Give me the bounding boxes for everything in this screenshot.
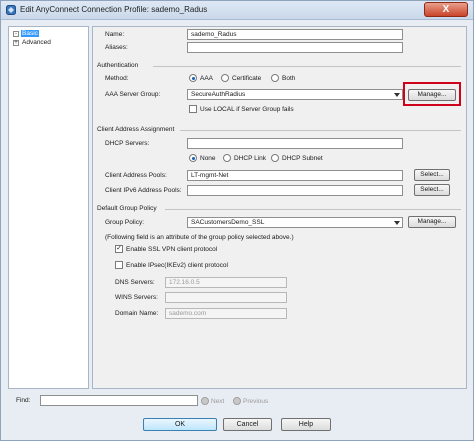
domain-name-field[interactable]: sademo.com — [165, 308, 287, 319]
dhcp-none-radio[interactable] — [189, 154, 197, 162]
collapse-icon[interactable]: - — [13, 30, 19, 37]
next-arrow-icon[interactable] — [201, 397, 209, 405]
tree-item-advanced[interactable]: + Advanced — [13, 38, 52, 47]
tree-item-basic[interactable]: - Basic — [13, 29, 39, 38]
previous-arrow-icon[interactable] — [233, 397, 241, 405]
method-both-radio[interactable] — [271, 74, 279, 82]
dhcp-subnet-label: DHCP Subnet — [282, 155, 323, 162]
navigation-tree: - Basic + Advanced — [8, 26, 89, 389]
dhcp-servers-label: DHCP Servers: — [105, 140, 150, 147]
client-address-pools-field[interactable]: LT-mgmt-Net — [187, 170, 403, 181]
use-local-checkbox[interactable] — [189, 105, 197, 113]
authentication-section-title: Authentication — [97, 62, 139, 69]
aliases-field[interactable] — [187, 42, 403, 53]
previous-label[interactable]: Previous — [243, 398, 268, 405]
find-input[interactable] — [40, 395, 198, 406]
find-bar: Find: Next Previous — [8, 394, 467, 408]
method-aaa-radio[interactable] — [189, 74, 197, 82]
aliases-label: Aliases: — [105, 44, 128, 51]
group-policy-label: Group Policy: — [105, 219, 145, 226]
aaa-server-group-label: AAA Server Group: — [105, 91, 161, 98]
method-certificate-label: Certificate — [232, 75, 262, 82]
dhcp-subnet-radio[interactable] — [271, 154, 279, 162]
client-ipv6-pools-label: Client IPv6 Address Pools: — [105, 187, 182, 194]
tree-item-label: Advanced — [22, 39, 51, 46]
section-divider — [153, 66, 461, 67]
dhcp-none-label: None — [200, 155, 216, 162]
app-icon — [6, 5, 16, 15]
help-button[interactable]: Help — [281, 418, 331, 431]
group-policy-select[interactable]: SACustomersDemo_SSL — [187, 217, 403, 228]
find-label: Find: — [16, 397, 31, 404]
cancel-button[interactable]: Cancel — [223, 418, 272, 431]
name-label: Name: — [105, 31, 125, 38]
chevron-down-icon — [394, 93, 400, 97]
dialog-window: Edit AnyConnect Connection Profile: sade… — [0, 0, 474, 441]
next-label[interactable]: Next — [211, 398, 224, 405]
name-field[interactable]: sademo_Radus — [187, 29, 403, 40]
close-button[interactable]: X — [424, 2, 468, 17]
ipsec-checkbox[interactable] — [115, 261, 123, 269]
window-title: Edit AnyConnect Connection Profile: sade… — [20, 5, 208, 14]
client-address-section-title: Client Address Assignment — [97, 126, 175, 133]
method-both-label: Both — [282, 75, 296, 82]
dns-servers-field[interactable]: 172.16.0.5 — [165, 277, 287, 288]
ok-button[interactable]: OK — [143, 418, 217, 431]
group-policy-section-title: Default Group Policy — [97, 205, 157, 212]
dhcp-servers-field[interactable] — [187, 138, 403, 149]
group-policy-value: SACustomersDemo_SSL — [191, 219, 265, 226]
section-divider — [180, 130, 461, 131]
use-local-label: Use LOCAL if Server Group fails — [200, 106, 294, 113]
method-aaa-label: AAA — [200, 75, 214, 82]
section-divider — [165, 209, 461, 210]
method-certificate-radio[interactable] — [221, 74, 229, 82]
wins-servers-field[interactable] — [165, 292, 287, 303]
dhcp-link-radio[interactable] — [223, 154, 231, 162]
dns-servers-label: DNS Servers: — [115, 279, 155, 286]
title-bar[interactable]: Edit AnyConnect Connection Profile: sade… — [1, 1, 473, 20]
tree-item-label: Basic — [21, 30, 39, 37]
aaa-server-group-select[interactable]: SecureAuthRadius — [187, 89, 403, 100]
form-panel: Name: sademo_Radus Aliases: Authenticati… — [92, 26, 467, 389]
method-label: Method: — [105, 75, 129, 82]
aaa-server-group-value: SecureAuthRadius — [191, 91, 246, 98]
select-ipv6-pools-button[interactable]: Select... — [414, 184, 450, 196]
domain-name-label: Domain Name: — [115, 310, 159, 317]
expand-icon[interactable]: + — [13, 39, 19, 46]
close-icon: X — [442, 4, 450, 15]
ssl-vpn-label: Enable SSL VPN client protocol — [126, 246, 218, 253]
chevron-down-icon — [394, 221, 400, 225]
ssl-vpn-checkbox[interactable]: ✓ — [115, 245, 123, 253]
wins-servers-label: WINS Servers: — [115, 294, 158, 301]
dhcp-link-label: DHCP Link — [234, 155, 267, 162]
ipsec-label: Enable IPsec(IKEv2) client protocol — [126, 262, 228, 269]
client-ipv6-pools-field[interactable] — [187, 185, 403, 196]
client-address-pools-label: Client Address Pools: — [105, 172, 167, 179]
manage-aaa-button[interactable]: Manage... — [408, 89, 456, 101]
select-pools-button[interactable]: Select... — [414, 169, 450, 181]
group-policy-note: (Following field is an attribute of the … — [105, 234, 294, 241]
manage-group-policy-button[interactable]: Manage... — [408, 216, 456, 228]
